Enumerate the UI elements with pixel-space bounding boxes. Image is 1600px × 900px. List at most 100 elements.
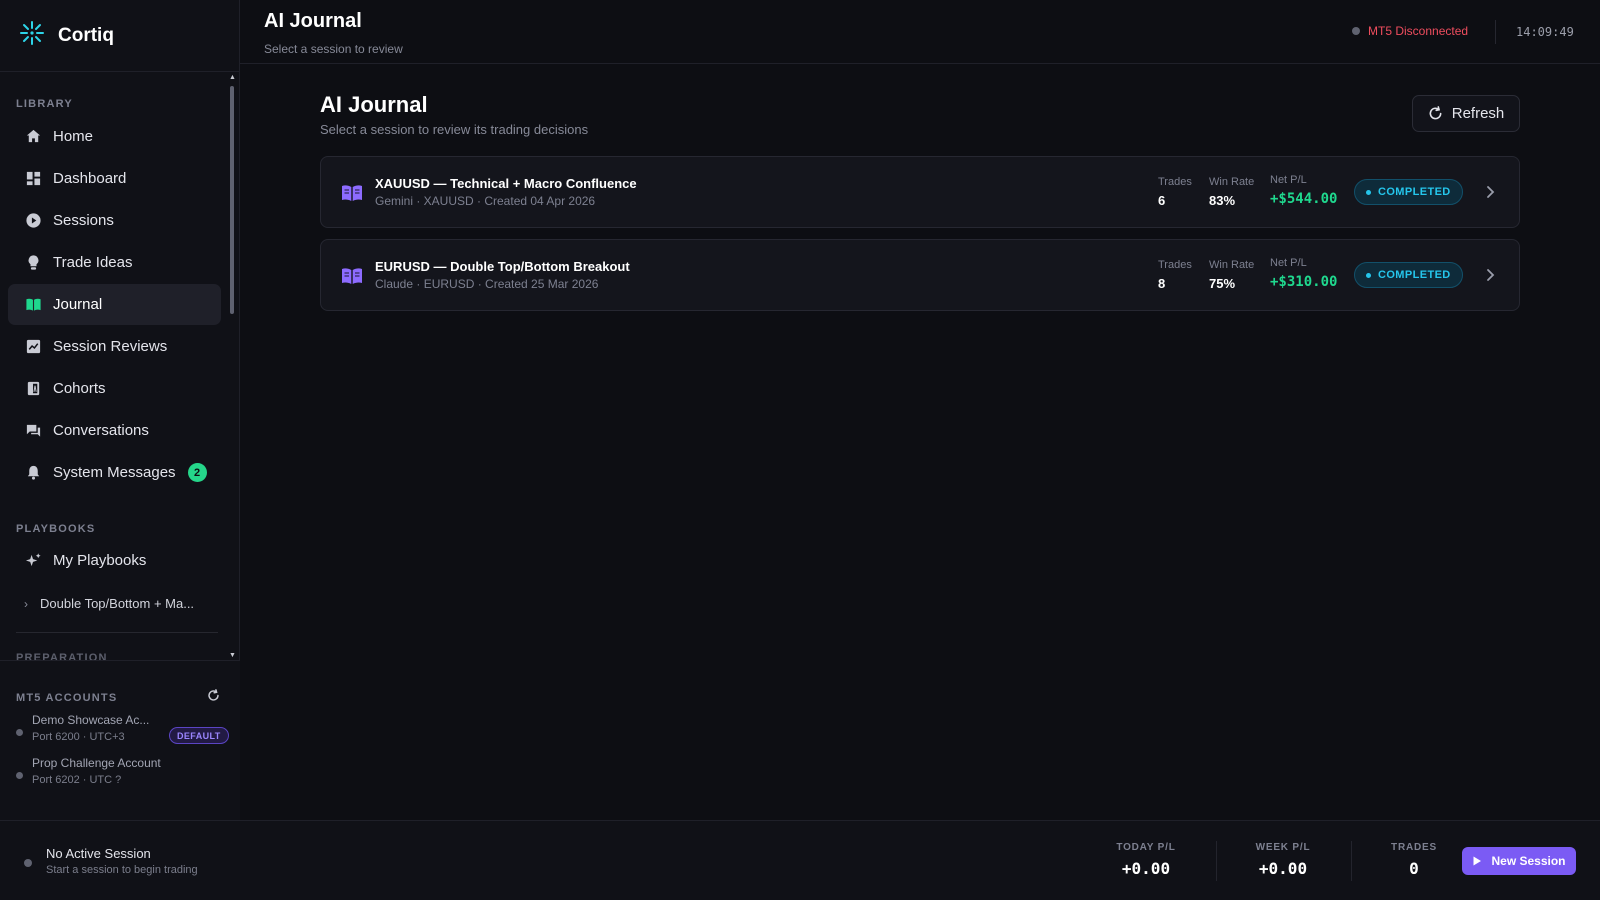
active-session-subtitle: Start a session to begin trading — [46, 864, 198, 876]
stat-net-pl: Net P/L +$310.00 — [1270, 257, 1337, 290]
sidebar-item-system-messages[interactable]: System Messages 2 — [8, 452, 221, 493]
session-title: EURUSD — Double Top/Bottom Breakout — [375, 259, 630, 274]
book-icon — [341, 266, 363, 286]
page-title: AI Journal — [320, 92, 428, 117]
book-icon — [341, 183, 363, 203]
refresh-label: Refresh — [1451, 105, 1505, 122]
stat-label: Trades — [1158, 259, 1192, 271]
stat-label: Net P/L — [1270, 257, 1307, 269]
sidebar-item-label: Conversations — [53, 422, 149, 439]
stat-win-rate: Win Rate 75% — [1209, 259, 1254, 291]
home-icon — [24, 128, 42, 146]
stat-label: TRADES — [1391, 842, 1437, 853]
session-card-eurusd[interactable]: EURUSD — Double Top/Bottom Breakout Clau… — [320, 239, 1520, 311]
play-circle-icon — [24, 212, 42, 230]
account-row[interactable]: Prop Challenge Account Port 6202 · UTC ? — [16, 756, 161, 786]
clock: 14:09:49 — [1516, 25, 1574, 39]
section-label-playbooks: PLAYBOOKS — [16, 523, 96, 535]
review-chart-icon — [24, 338, 42, 356]
stat-value: +$544.00 — [1270, 191, 1338, 207]
new-session-button[interactable]: New Session — [1462, 847, 1576, 875]
account-meta: Port 6202 · UTC ? — [32, 774, 122, 786]
sidebar-item-conversations[interactable]: Conversations — [8, 410, 221, 451]
session-title: XAUUSD — Technical + Macro Confluence — [375, 176, 637, 191]
sidebar-item-label: System Messages — [53, 464, 176, 481]
account-status-dot — [16, 729, 23, 736]
scroll-thumb[interactable] — [230, 86, 234, 314]
status-dot — [1366, 189, 1371, 195]
week-pl-stat: WEEK P/L +0.00 — [1253, 842, 1313, 878]
sidebar-item-trade-ideas[interactable]: Trade Ideas — [8, 242, 221, 283]
sidebar-item-cohorts[interactable]: Cohorts — [8, 368, 221, 409]
account-name: Prop Challenge Account — [32, 756, 161, 770]
stat-value: +0.00 — [1258, 859, 1308, 878]
today-pl-stat: TODAY P/L +0.00 — [1115, 842, 1177, 878]
stat-value: 83% — [1209, 193, 1236, 208]
account-row[interactable]: Demo Showcase Ac... Port 6200 · UTC+3 — [16, 713, 149, 743]
sidebar-item-journal[interactable]: Journal — [8, 284, 221, 325]
main-content: AI Journal Select a session to review it… — [240, 64, 1600, 819]
stat-label: WEEK P/L — [1255, 842, 1311, 853]
refresh-button[interactable]: Refresh — [1412, 95, 1520, 132]
play-icon — [1473, 856, 1482, 866]
chevron-right-icon[interactable] — [1483, 183, 1497, 201]
lightbulb-icon — [24, 254, 42, 272]
stat-trades: Trades 8 — [1158, 259, 1192, 291]
status-badge: COMPLETED — [1354, 262, 1463, 288]
sidebar-item-my-playbooks[interactable]: My Playbooks — [8, 540, 221, 581]
sidebar-item-label: My Playbooks — [53, 552, 147, 569]
sidebar-item-label: Dashboard — [53, 170, 127, 187]
stat-win-rate: Win Rate 83% — [1209, 176, 1254, 208]
footer-divider — [1351, 841, 1352, 881]
stat-value: 75% — [1209, 276, 1236, 291]
chevron-right-icon: › — [24, 596, 28, 611]
sidebar-item-label: Trade Ideas — [53, 254, 133, 271]
session-meta: Claude · EURUSD · Created 25 Mar 2026 — [375, 277, 599, 291]
stat-label: TODAY P/L — [1116, 842, 1176, 853]
top-header: AI Journal Select a session to review MT… — [240, 0, 1600, 64]
sparkles-icon — [24, 552, 42, 570]
sidebar-item-label: Cohorts — [53, 380, 106, 397]
status-dot — [1366, 272, 1371, 278]
sidebar-item-label: Home — [53, 128, 94, 145]
playbook-sub-label: Double Top/Bottom + Ma... — [40, 596, 195, 611]
footer-divider — [1216, 841, 1217, 881]
session-status-dot — [24, 859, 32, 867]
status-badge: COMPLETED — [1354, 179, 1463, 205]
scroll-up-icon[interactable]: ▲ — [229, 74, 236, 82]
new-session-label: New Session — [1491, 854, 1566, 868]
status-dot — [1352, 27, 1360, 35]
stat-value: +0.00 — [1121, 859, 1171, 878]
refresh-accounts-icon[interactable] — [207, 689, 220, 707]
chat-icon — [24, 422, 42, 440]
cortiq-logo-icon — [18, 19, 46, 52]
brand-name: Cortiq — [58, 24, 114, 46]
sidebar-item-home[interactable]: Home — [8, 116, 221, 157]
stat-value: +$310.00 — [1270, 274, 1338, 290]
playbook-sub-item[interactable]: › Double Top/Bottom + Ma... — [24, 596, 194, 611]
sidebar-item-label: Session Reviews — [53, 338, 168, 355]
section-label-preparation: PREPARATION — [16, 652, 108, 660]
mt5-status-text: MT5 Disconnected — [1368, 24, 1469, 38]
sidebar-scrollbar[interactable]: ▲ ▼ — [229, 74, 236, 660]
mt5-connection-status[interactable]: MT5 Disconnected — [1352, 24, 1468, 38]
section-divider — [16, 632, 218, 633]
mt5-accounts-header: MT5 ACCOUNTS — [16, 689, 220, 707]
sidebar-item-dashboard[interactable]: Dashboard — [8, 158, 221, 199]
sidebar-item-label: Sessions — [53, 212, 114, 229]
chevron-right-icon[interactable] — [1483, 266, 1497, 284]
sidebar-item-session-reviews[interactable]: Session Reviews — [8, 326, 221, 367]
session-card-xauusd[interactable]: XAUUSD — Technical + Macro Confluence Ge… — [320, 156, 1520, 228]
refresh-icon — [1429, 106, 1442, 120]
scroll-down-icon[interactable]: ▼ — [229, 652, 236, 660]
stat-label: Net P/L — [1270, 174, 1307, 186]
dashboard-icon — [24, 170, 42, 188]
header-subtitle: Select a session to review — [264, 42, 403, 56]
sidebar-item-label: Journal — [53, 296, 103, 313]
sidebar-item-sessions[interactable]: Sessions — [8, 200, 221, 241]
stat-trades: Trades 6 — [1158, 176, 1192, 208]
section-label-mt5-accounts: MT5 ACCOUNTS — [16, 692, 118, 704]
brand[interactable]: Cortiq — [0, 0, 239, 72]
status-text: COMPLETED — [1378, 269, 1451, 281]
cohorts-icon — [24, 380, 42, 398]
